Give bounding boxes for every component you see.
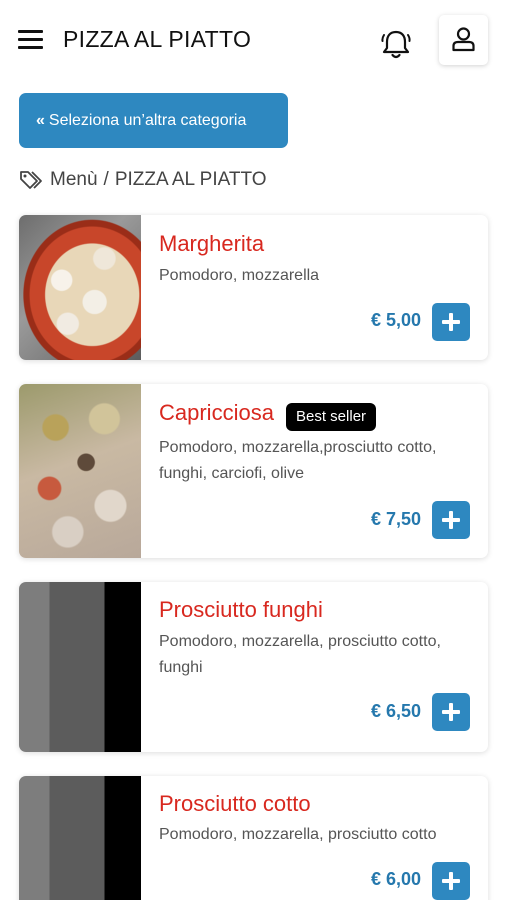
item-image xyxy=(19,384,141,558)
item-description: Pomodoro, mozzarella, prosciutto cotto xyxy=(159,826,437,843)
menu-item-card[interactable]: Margherita Pomodoro, mozzarella € 5,00 xyxy=(19,215,488,360)
item-description: Pomodoro, mozzarella xyxy=(159,267,320,284)
best-seller-badge: Best seller xyxy=(286,403,377,431)
item-name: Prosciutto cotto xyxy=(159,791,311,816)
item-image-placeholder xyxy=(19,776,141,900)
add-to-cart-button[interactable] xyxy=(432,862,470,900)
breadcrumb: Menù / PIZZA AL PIATTO xyxy=(19,168,267,192)
item-price: € 7,50 xyxy=(370,509,421,529)
item-description: Pomodoro, mozzarella, prosciutto cotto, … xyxy=(159,633,441,676)
item-price: € 6,00 xyxy=(370,869,421,889)
user-account-button[interactable] xyxy=(439,15,488,65)
item-name: Margherita xyxy=(159,231,265,256)
double-chevron-left-icon: « xyxy=(36,112,45,129)
item-name: Capricciosa xyxy=(159,400,274,425)
add-to-cart-button[interactable] xyxy=(432,501,470,539)
breadcrumb-root[interactable]: Menù xyxy=(50,169,98,191)
menu-item-card[interactable]: Prosciutto funghi Pomodoro, mozzarella, … xyxy=(19,582,488,752)
item-description: Pomodoro, mozzarella,prosciutto cotto, f… xyxy=(159,439,437,482)
page-title: PIZZA AL PIATTO xyxy=(63,26,252,52)
breadcrumb-current: PIZZA AL PIATTO xyxy=(114,169,267,190)
top-bar: PIZZA AL PIATTO xyxy=(0,0,507,78)
item-image-placeholder xyxy=(19,582,141,752)
add-to-cart-button[interactable] xyxy=(432,303,470,341)
menu-item-card[interactable]: Capricciosa Best seller Pomodoro, mozzar… xyxy=(19,384,488,558)
menu-icon[interactable] xyxy=(18,29,44,51)
notification-bell-icon[interactable] xyxy=(378,26,414,62)
back-button-label: Seleziona un’altra categoria xyxy=(48,112,247,129)
item-image xyxy=(19,215,141,360)
item-price: € 6,50 xyxy=(370,701,421,721)
breadcrumb-separator: / xyxy=(103,169,109,190)
item-name: Prosciutto funghi xyxy=(159,597,323,622)
tags-icon xyxy=(20,171,42,189)
select-other-category-button[interactable]: «Seleziona un’altra categoria xyxy=(19,93,288,148)
add-to-cart-button[interactable] xyxy=(432,693,470,731)
menu-item-card[interactable]: Prosciutto cotto Pomodoro, mozzarella, p… xyxy=(19,776,488,900)
user-icon xyxy=(452,27,475,52)
item-price: € 5,00 xyxy=(370,310,421,330)
